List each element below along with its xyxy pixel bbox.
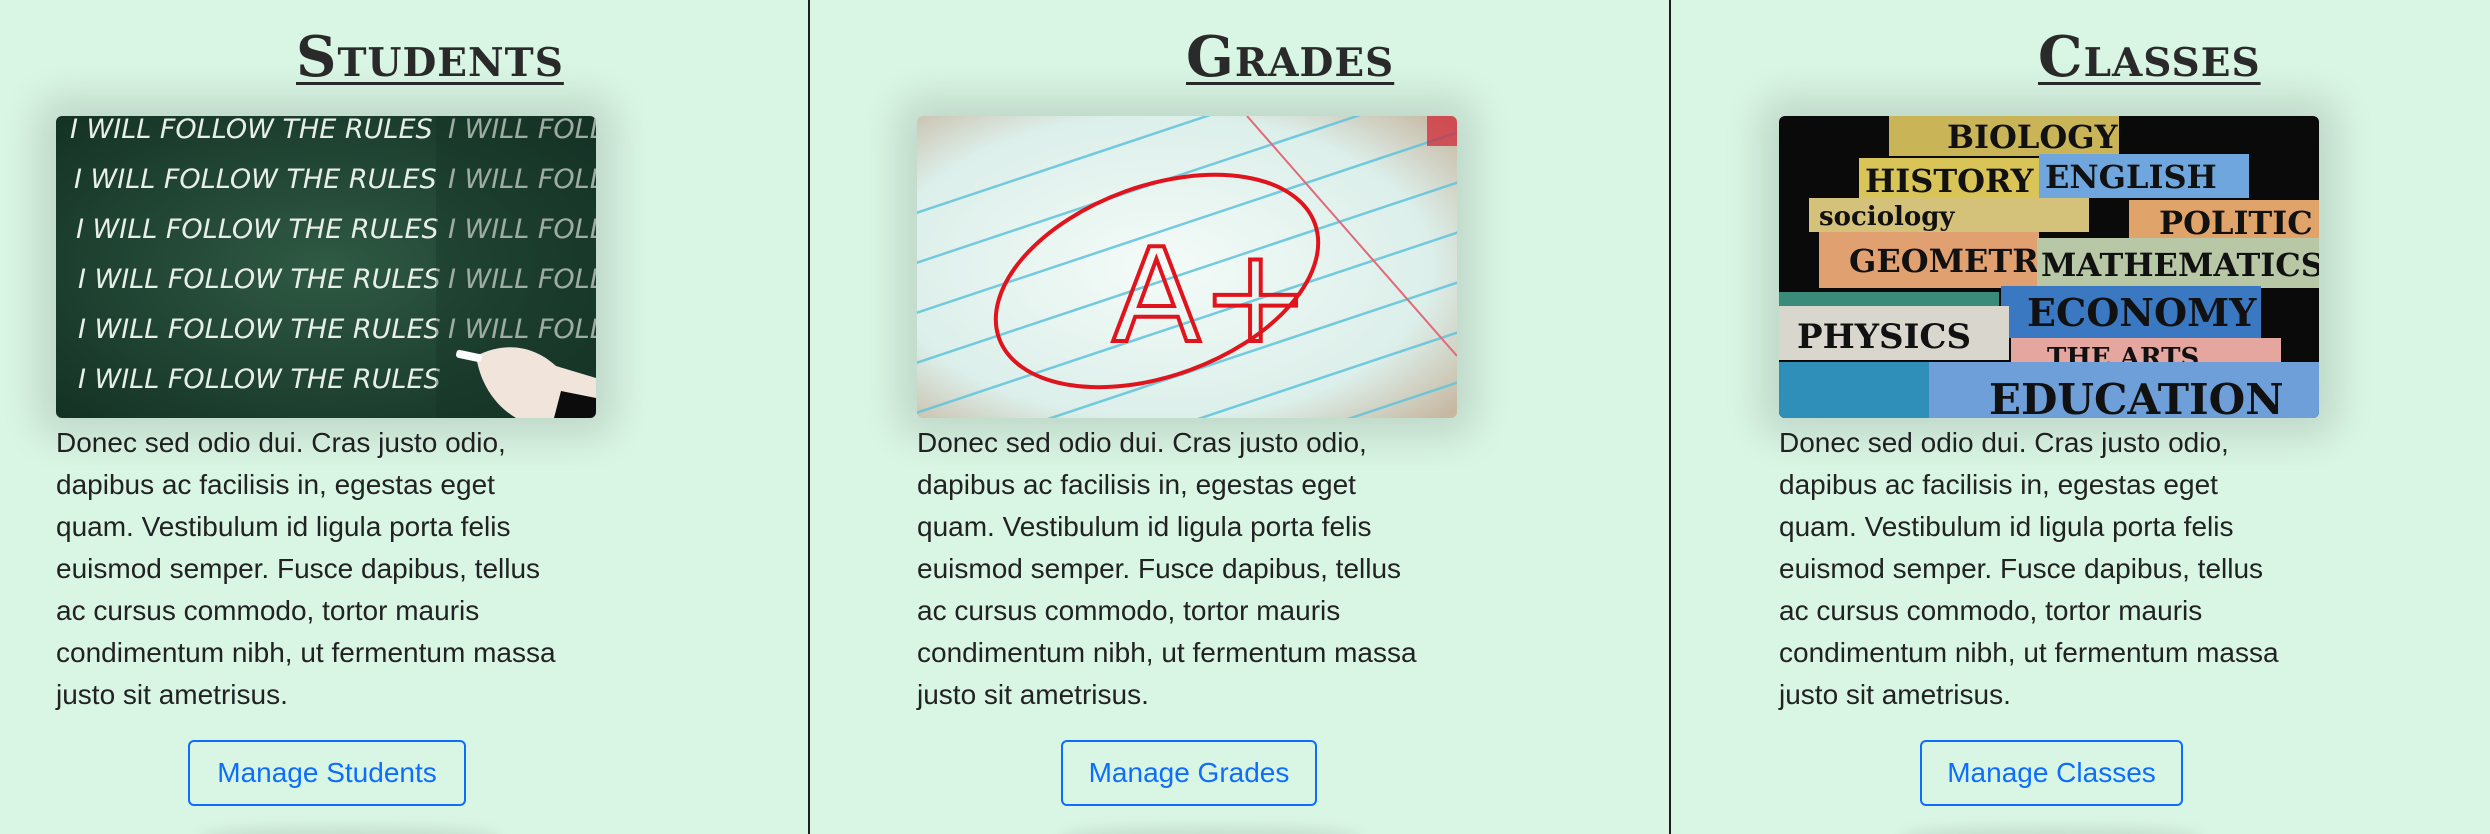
chalk-line: I WILL FOLLOW THE RULES [74, 164, 437, 195]
book-spine: HISTORY [1865, 162, 2035, 200]
description-line: justo sit ametrisus. [917, 679, 1149, 710]
manage-grades-button[interactable]: Manage Grades [1061, 740, 1317, 806]
description-line: quam. Vestibulum id ligula porta felis [917, 511, 1372, 542]
description-line: dapibus ac facilisis in, egestas eget [56, 469, 495, 500]
chalkboard-image: I WILL FOLLOW THE RULES I WILL FOLLOW TH… [56, 116, 596, 418]
description-line: dapibus ac facilisis in, egestas eget [1779, 469, 2218, 500]
grade-paper-image: A+ [917, 116, 1457, 418]
description-line: Donec sed odio dui. Cras justo odio, [917, 427, 1367, 458]
description-line: condimentum nibh, ut fermentum massa [917, 637, 1417, 668]
classes-card: BIOLOGY HISTORY ENGLISH sociology POLITI… [1779, 116, 2319, 716]
manage-classes-button[interactable]: Manage Classes [1920, 740, 2183, 806]
description-line: quam. Vestibulum id ligula porta felis [1779, 511, 2234, 542]
grades-column: Grades A+ Donec sed odio dui. Cras justo… [808, 0, 1671, 834]
book-spine: ECONOMY [2027, 290, 2257, 335]
card-shadow [1060, 826, 1360, 834]
card-shadow [1901, 826, 2201, 834]
grades-heading: Grades [1186, 24, 1395, 90]
description-line: Donec sed odio dui. Cras justo odio, [56, 427, 506, 458]
classes-column: Classes BIOLOGY HISTORY ENGLISH sociolog… [1669, 0, 2490, 834]
book-spine: MATHEMATICS [2041, 246, 2319, 284]
book-spine: ENGLISH [2045, 158, 2217, 196]
description-line: dapibus ac facilisis in, egestas eget [917, 469, 1356, 500]
description-line: euismod semper. Fusce dapibus, tellus [917, 553, 1402, 584]
manage-students-button[interactable]: Manage Students [188, 740, 466, 806]
students-description: Donec sed odio dui. Cras justo odio, dap… [56, 422, 596, 716]
students-column: Students I WILL FOLLOW THE RULES I WILL … [0, 0, 808, 834]
classes-description: Donec sed odio dui. Cras justo odio, dap… [1779, 422, 2319, 716]
card-shadow [200, 826, 500, 834]
book-spine: PHYSICS [1797, 317, 1971, 357]
classes-heading: Classes [2038, 24, 2261, 90]
description-line: ac cursus commodo, tortor mauris [917, 595, 1341, 626]
description-line: condimentum nibh, ut fermentum massa [1779, 637, 2279, 668]
chalk-line: I WILL FOLLOW THE RULES [78, 314, 441, 345]
description-line: euismod semper. Fusce dapibus, tellus [56, 553, 541, 584]
grades-card: A+ Donec sed odio dui. Cras justo odio, … [917, 116, 1457, 716]
grade-mark: A+ [1112, 220, 1310, 372]
chalk-line: I WILL FOLLOW THE RULES [78, 364, 441, 395]
book-spine: GEOMETR [1849, 242, 2039, 280]
description-line: Donec sed odio dui. Cras justo odio, [1779, 427, 2229, 458]
description-line: justo sit ametrisus. [56, 679, 288, 710]
students-heading: Students [296, 24, 564, 90]
book-spine: sociology [1819, 202, 1955, 232]
students-card: I WILL FOLLOW THE RULES I WILL FOLLOW TH… [56, 116, 596, 716]
grades-description: Donec sed odio dui. Cras justo odio, dap… [917, 422, 1457, 716]
description-line: justo sit ametrisus. [1779, 679, 2011, 710]
description-line: quam. Vestibulum id ligula porta felis [56, 511, 511, 542]
book-spine: POLITIC [2159, 204, 2313, 242]
description-line: ac cursus commodo, tortor mauris [56, 595, 480, 626]
description-line: condimentum nibh, ut fermentum massa [56, 637, 556, 668]
book-spine: EDUCATION [1989, 375, 2284, 418]
dashboard-row: Students I WILL FOLLOW THE RULES I WILL … [0, 0, 2490, 834]
book-stack-image: BIOLOGY HISTORY ENGLISH sociology POLITI… [1779, 116, 2319, 418]
book-spine: BIOLOGY [1947, 118, 2119, 156]
description-line: euismod semper. Fusce dapibus, tellus [1779, 553, 2264, 584]
chalk-line: I WILL FOLLOW THE RULES [76, 214, 439, 245]
description-line: ac cursus commodo, tortor mauris [1779, 595, 2203, 626]
chalk-line: I WILL FOLLOW THE RULES [70, 116, 433, 145]
chalk-line: I WILL FOLLOW THE RULES [78, 264, 441, 295]
